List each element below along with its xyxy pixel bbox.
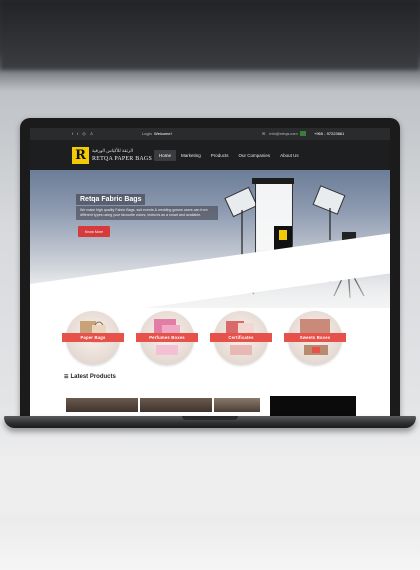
nav-item-our-companies[interactable]: Our Companies (234, 150, 276, 161)
mail-icon: ✉ (262, 131, 266, 136)
category-certificates[interactable]: Certificates (210, 311, 272, 365)
product-thumbnail[interactable] (214, 398, 260, 412)
product-thumbnails (66, 398, 260, 412)
softbox-right-icon (312, 185, 346, 240)
hero-title: Retqa Fabric Bags (76, 194, 146, 205)
nav-item-about-us[interactable]: About Us (275, 150, 304, 161)
latest-products-heading: ☰ Latest Products (64, 374, 116, 380)
nav-menu: Home Marketing Products Our Companies Ab… (154, 150, 304, 161)
instagram-icon[interactable]: ◎ (82, 131, 86, 136)
main-nav: R الرتقة للأكياس الورقية RETQA PAPER BAG… (30, 140, 390, 170)
latest-products-title: Latest Products (70, 374, 116, 380)
category-label: Certificates (210, 333, 272, 342)
product-thumbnail[interactable] (66, 398, 138, 412)
laptop-notch (182, 416, 238, 420)
welcome-text: Welcome! (154, 131, 172, 136)
nav-item-products[interactable]: Products (206, 150, 234, 161)
nav-item-marketing[interactable]: Marketing (176, 150, 206, 161)
category-label: Sweets Boxes (284, 333, 346, 342)
whatsapp-icon[interactable] (300, 131, 306, 136)
facebook-icon[interactable]: f (72, 131, 73, 136)
background-fade (0, 450, 420, 570)
user-icon[interactable]: ♙ (90, 131, 94, 136)
email-text: info@retqa.com (269, 131, 298, 136)
category-sweets-boxes[interactable]: Sweets Boxes (284, 311, 346, 365)
brand-name: RETQA PAPER BAGS (92, 156, 152, 162)
hero-description: We make high quality Fabric Bags, suit e… (76, 206, 218, 220)
category-perfumes-boxes[interactable]: Perfumes Boxes (136, 311, 198, 365)
background-blur (0, 0, 420, 70)
category-label: Paper Bags (62, 333, 124, 342)
category-row: Paper Bags Perfumes Boxes Certificates S… (30, 311, 390, 371)
logo[interactable]: R (72, 147, 89, 164)
nav-item-home[interactable]: Home (154, 150, 177, 161)
twitter-icon[interactable]: t (77, 131, 78, 136)
email-link[interactable]: ✉ info@retqa.com (262, 131, 298, 136)
logo-letter: R (75, 148, 86, 163)
login-link[interactable]: Login (142, 131, 152, 136)
phone-number[interactable]: +965 - 97223661 (314, 131, 344, 136)
brand-name-arabic: الرتقة للأكياس الورقية (92, 148, 134, 153)
laptop-screen: f t ◎ ♙ Login Welcome! ✉ info@retqa.com +… (30, 128, 390, 416)
top-bar: f t ◎ ♙ Login Welcome! ✉ info@retqa.com +… (30, 128, 390, 140)
category-paper-bags[interactable]: Paper Bags (62, 311, 124, 365)
category-label: Perfumes Boxes (136, 333, 198, 342)
list-icon: ☰ (64, 374, 69, 380)
know-more-button[interactable]: Know More (78, 226, 110, 237)
product-thumbnail[interactable] (140, 398, 212, 412)
social-links: f t ◎ ♙ (72, 131, 93, 136)
featured-product-card[interactable] (270, 396, 356, 416)
